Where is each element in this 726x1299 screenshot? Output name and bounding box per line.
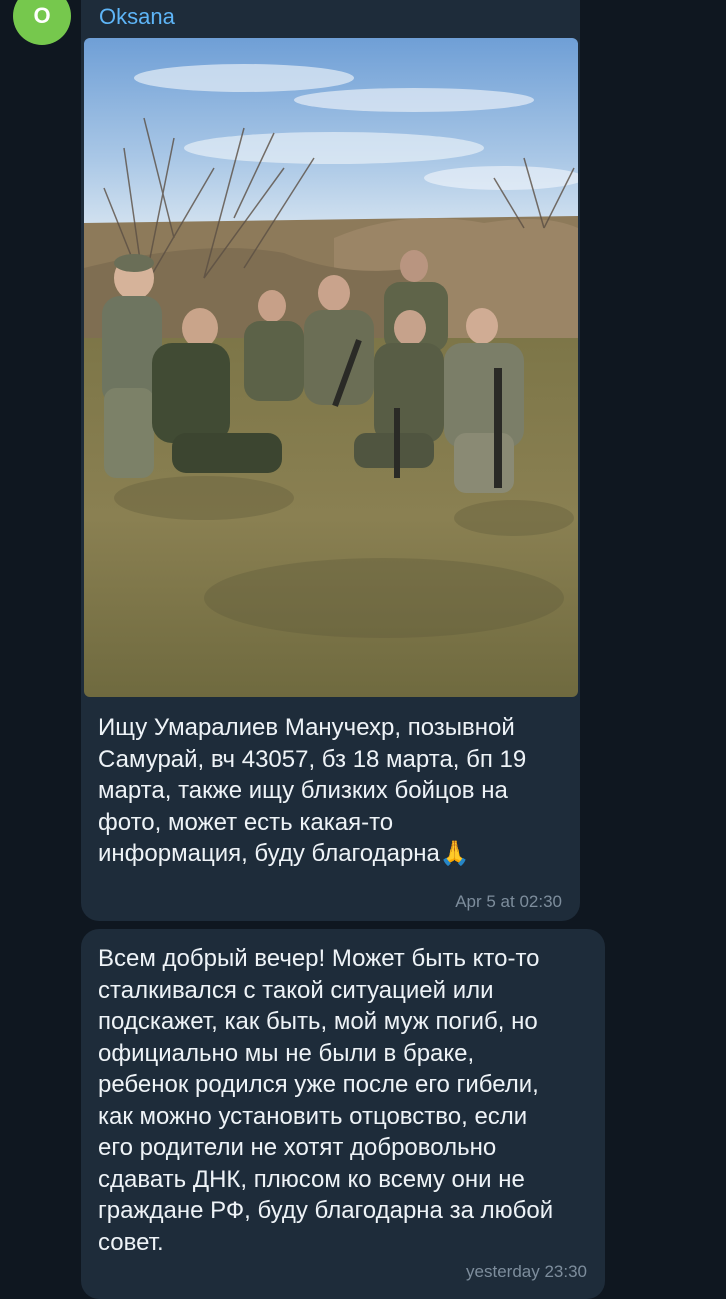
sender-name[interactable]: Oksana	[99, 4, 175, 30]
message-bubble-text[interactable]: Всем добрый вечер! Может быть кто-то ста…	[81, 929, 605, 1299]
message-bubble-photo[interactable]: Oksana Ищу Умаралиев Манучехр, позывной …	[81, 0, 580, 921]
photo-image	[84, 38, 578, 697]
sender-avatar[interactable]: O	[13, 0, 71, 45]
avatar-letter: O	[33, 3, 51, 28]
message-text: Всем добрый вечер! Может быть кто-то ста…	[98, 945, 554, 1256]
message-photo[interactable]	[84, 38, 578, 697]
message-time: yesterday 23:30	[466, 1262, 587, 1281]
message-time: Apr 5 at 02:30	[455, 892, 562, 911]
message-text: Ищу Умаралиев Манучехр, позывной Самурай…	[98, 714, 527, 867]
